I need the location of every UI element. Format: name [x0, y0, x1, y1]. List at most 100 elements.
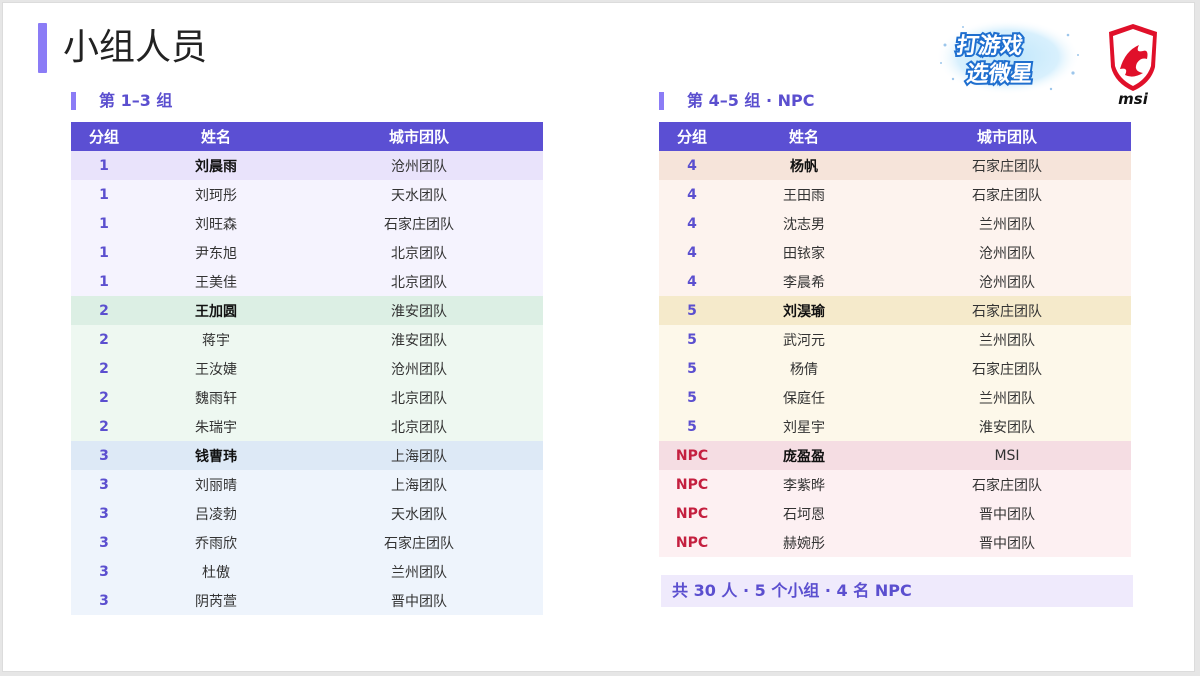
group-cell: NPC — [675, 476, 709, 493]
city-team-cell: 兰州团队 — [979, 390, 1035, 407]
title-accent-bar — [38, 23, 47, 73]
city-team-cell: 上海团队 — [391, 448, 447, 465]
name-cell: 武河元 — [783, 332, 825, 349]
table-row: 3 吕凌勃 天水团队 — [71, 499, 543, 528]
section-title-left: 第 1–3 组 — [99, 91, 173, 110]
group-cell: 2 — [99, 331, 109, 348]
table-row: 4 李晨希 沧州团队 — [659, 267, 1131, 296]
msi-logo-text: msi — [1118, 90, 1149, 106]
city-team-cell: 晋中团队 — [391, 593, 447, 610]
city-team-cell: 石家庄团队 — [384, 216, 454, 233]
section-accent-bar — [659, 92, 664, 110]
name-cell: 杨帆 — [790, 158, 818, 175]
column-header-name: 姓名 — [725, 122, 883, 151]
page-title: 小组人员 — [63, 27, 208, 68]
section-title-right: 第 4–5 组 · NPC — [687, 91, 815, 110]
slide: 小组人员 打游戏 选微星 msi 第 1–3 组 分组 姓名 城市团队 1 刘晨… — [2, 2, 1195, 672]
name-cell: 尹东旭 — [195, 245, 237, 262]
table-row: 1 刘旺森 石家庄团队 — [71, 209, 543, 238]
city-team-cell: 淮安团队 — [391, 303, 447, 320]
table-row: 2 蒋宇 淮安团队 — [71, 325, 543, 354]
city-team-cell: 石家庄团队 — [972, 477, 1042, 494]
table-row: 2 朱瑞宇 北京团队 — [71, 412, 543, 441]
table-row: 5 刘星宇 淮安团队 — [659, 412, 1131, 441]
name-cell: 蒋宇 — [202, 332, 230, 349]
column-header-group: 分组 — [71, 122, 137, 151]
name-cell: 石坷恩 — [783, 506, 825, 523]
city-team-cell: 晋中团队 — [979, 535, 1035, 552]
group-cell: 4 — [687, 273, 697, 290]
group-cell: 4 — [687, 215, 697, 232]
city-team-cell: 天水团队 — [391, 187, 447, 204]
column-header-city-team: 城市团队 — [295, 122, 543, 151]
summary-text: 共 30 人 · 5 个小组 · 4 名 NPC — [672, 581, 912, 600]
group-cell: 5 — [687, 331, 697, 348]
table-row: 2 王汝婕 沧州团队 — [71, 354, 543, 383]
table-row: 4 沈志男 兰州团队 — [659, 209, 1131, 238]
column-header-city-team: 城市团队 — [883, 122, 1131, 151]
group-cell: 2 — [99, 360, 109, 377]
city-team-cell: 兰州团队 — [979, 216, 1035, 233]
table-row: 2 魏雨轩 北京团队 — [71, 383, 543, 412]
table-header-row: 分组 姓名 城市团队 — [71, 122, 543, 151]
group-cell: 5 — [687, 389, 697, 406]
city-team-cell: 兰州团队 — [979, 332, 1035, 349]
city-team-cell: 北京团队 — [391, 419, 447, 436]
city-team-cell: 沧州团队 — [979, 274, 1035, 291]
column-header-name: 姓名 — [137, 122, 295, 151]
group-cell: 4 — [687, 244, 697, 261]
city-team-cell: 淮安团队 — [979, 419, 1035, 436]
name-cell: 刘丽晴 — [195, 477, 237, 494]
city-team-cell: 沧州团队 — [391, 361, 447, 378]
table-row: 5 刘淏瑜 石家庄团队 — [659, 296, 1131, 325]
table-row: 5 杨倩 石家庄团队 — [659, 354, 1131, 383]
table-header-row: 分组 姓名 城市团队 — [659, 122, 1131, 151]
name-cell: 王美佳 — [195, 274, 237, 291]
group-cell: 3 — [99, 505, 109, 522]
group-cell: 2 — [99, 418, 109, 435]
name-cell: 钱曹玮 — [195, 448, 237, 465]
name-cell: 刘晨雨 — [195, 158, 237, 175]
name-cell: 李紫晔 — [783, 477, 825, 494]
group-cell: 3 — [99, 563, 109, 580]
city-team-cell: 石家庄团队 — [384, 535, 454, 552]
city-team-cell: 淮安团队 — [391, 332, 447, 349]
city-team-cell: MSI — [994, 447, 1020, 464]
table-row: 3 刘丽晴 上海团队 — [71, 470, 543, 499]
table-row: 1 尹东旭 北京团队 — [71, 238, 543, 267]
table-row: 3 杜傲 兰州团队 — [71, 557, 543, 586]
name-cell: 杜傲 — [202, 564, 230, 581]
name-cell: 刘珂彤 — [195, 187, 237, 204]
name-cell: 阴芮萱 — [195, 593, 237, 610]
name-cell: 杨倩 — [790, 361, 818, 378]
group-cell: NPC — [675, 447, 709, 464]
name-cell: 李晨希 — [783, 274, 825, 291]
city-team-cell: 北京团队 — [391, 245, 447, 262]
city-team-cell: 沧州团队 — [979, 245, 1035, 262]
city-team-cell: 石家庄团队 — [972, 187, 1042, 204]
group-cell: 1 — [99, 244, 109, 261]
city-team-cell: 北京团队 — [391, 390, 447, 407]
group-cell: 5 — [687, 360, 697, 377]
group-cell: NPC — [675, 534, 709, 551]
city-team-cell: 兰州团队 — [391, 564, 447, 581]
table-row: 3 阴芮萱 晋中团队 — [71, 586, 543, 615]
city-team-cell: 北京团队 — [391, 274, 447, 291]
name-cell: 朱瑞宇 — [195, 419, 237, 436]
group-cell: 4 — [687, 157, 697, 174]
msi-logo: msi — [1109, 24, 1157, 106]
group-cell: 3 — [99, 534, 109, 551]
city-team-cell: 天水团队 — [391, 506, 447, 523]
table-row: NPC 李紫晔 石家庄团队 — [659, 470, 1131, 499]
group-cell: 3 — [99, 476, 109, 493]
city-team-cell: 晋中团队 — [979, 506, 1035, 523]
city-team-cell: 石家庄团队 — [972, 158, 1042, 175]
city-team-cell: 石家庄团队 — [972, 361, 1042, 378]
table-row: 1 刘晨雨 沧州团队 — [71, 151, 543, 180]
table-row: 4 田铱家 沧州团队 — [659, 238, 1131, 267]
group-cell: 1 — [99, 215, 109, 232]
group-cell: 3 — [99, 592, 109, 609]
group-cell: 1 — [99, 186, 109, 203]
group-cell: NPC — [675, 505, 709, 522]
name-cell: 王汝婕 — [195, 361, 237, 378]
